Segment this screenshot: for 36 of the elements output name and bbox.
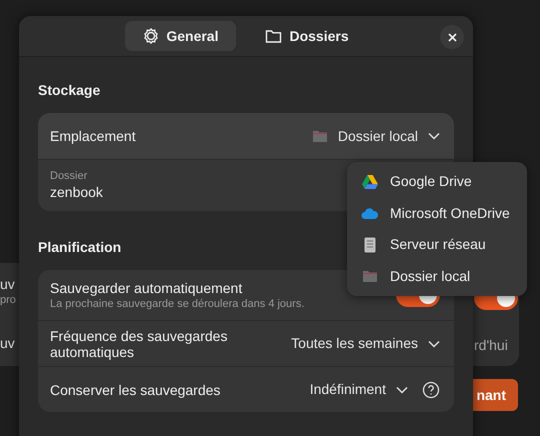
dropdown-row[interactable]: Emplacement Dossier local: [38, 113, 454, 159]
row-title: uv: [0, 334, 15, 352]
dropdown-value: Dossier local: [338, 126, 418, 146]
folder-icon: [265, 28, 282, 44]
row-subtitle: La prochaine sauvegarde se déroulera dans 4 jours.: [50, 296, 304, 310]
row-label: Sauvegarder automatiquement: [50, 280, 244, 296]
section-title: Planification: [38, 238, 122, 257]
chevron-down-icon: [428, 132, 440, 140]
folder-icon: [312, 129, 328, 143]
section-title: Stockage: [38, 81, 100, 100]
chevron-down-icon: [428, 340, 440, 348]
chevron-down-icon: [396, 386, 408, 394]
close-button[interactable]: [440, 25, 464, 49]
dropdown-value: Toutes les semaines: [291, 334, 418, 353]
menu-item[interactable]: Dossier local: [347, 260, 527, 292]
dropdown-value: Indéfiniment: [310, 380, 386, 399]
dropdown-row[interactable]: Conserver les sauvegardes Indéfiniment: [38, 366, 454, 412]
row-label: Fréquence des sauvegardes automatiques: [50, 328, 228, 360]
folder-icon: [362, 269, 378, 284]
triangle-icon: [362, 174, 378, 189]
server-icon: [364, 236, 376, 253]
field-value: zenbook: [50, 183, 103, 201]
tab[interactable]: Dossiers: [247, 21, 367, 51]
row-subtitle: pro: [0, 294, 16, 308]
row-value: rd'hui: [474, 336, 508, 355]
row-label: Emplacement: [50, 128, 137, 144]
gear-icon: [143, 28, 160, 44]
tab[interactable]: General: [125, 21, 236, 51]
menu-item[interactable]: Serveur réseau: [347, 229, 527, 260]
field-label: Dossier: [50, 170, 88, 183]
row-title: uv: [0, 276, 15, 294]
dropdown-row[interactable]: Fréquence des sauvegardes automatiques Toutes les semaines: [38, 320, 454, 366]
row-label: Conserver les sauvegardes: [50, 382, 222, 398]
close-icon: [448, 32, 456, 42]
help-icon[interactable]: [422, 380, 440, 398]
cloud-icon: [361, 208, 378, 219]
